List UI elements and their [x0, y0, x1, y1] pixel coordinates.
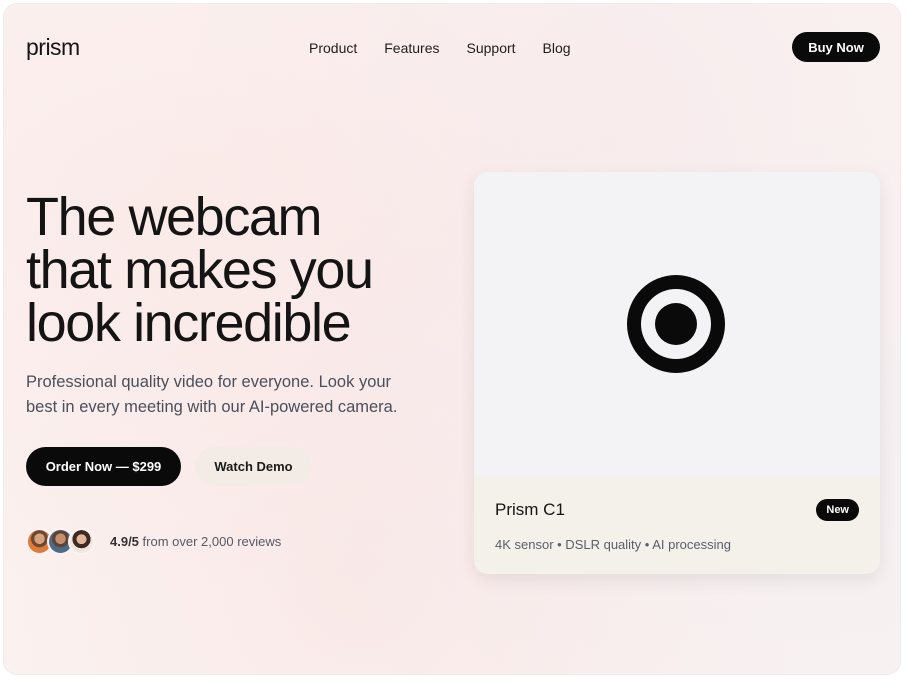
hero-headline: The webcam that makes you look incredibl… — [26, 187, 456, 353]
subtitle-line-1: Professional quality video for everyone.… — [26, 373, 392, 391]
new-badge: New — [816, 499, 859, 521]
rating-caption: from over 2,000 reviews — [142, 534, 282, 549]
product-card-footer: Prism C1 New 4K sensor • DSLR quality • … — [474, 476, 880, 574]
avatar — [68, 528, 95, 555]
reviewer-avatars — [26, 528, 98, 556]
order-now-button[interactable]: Order Now — $299 — [26, 447, 181, 486]
nav-item-blog[interactable]: Blog — [543, 40, 571, 56]
product-card[interactable]: Prism C1 New 4K sensor • DSLR quality • … — [474, 172, 880, 574]
camera-lens-icon — [627, 275, 725, 373]
page-bottom-edge — [0, 676, 908, 684]
rating-text: 4.9/5 from over 2,000 reviews — [110, 534, 281, 549]
headline-line-2: that makes you — [26, 240, 374, 300]
nav-item-product[interactable]: Product — [309, 40, 357, 56]
product-image — [474, 172, 880, 476]
hero-subtitle: Professional quality video for everyone.… — [26, 370, 446, 420]
product-name: Prism C1 — [495, 500, 565, 519]
subtitle-line-2: best in every meeting with our AI-powere… — [26, 398, 398, 416]
nav-item-features[interactable]: Features — [384, 40, 439, 56]
page-frame: prism Product Features Support Blog Buy … — [3, 3, 901, 675]
headline-line-3: look incredible — [26, 293, 352, 353]
watch-demo-button[interactable]: Watch Demo — [195, 447, 312, 486]
headline-line-1: The webcam — [26, 187, 323, 247]
product-specs: 4K sensor • DSLR quality • AI processing — [495, 537, 731, 552]
brand-logo[interactable]: prism — [26, 34, 80, 61]
main-nav: Product Features Support Blog — [309, 40, 598, 56]
nav-item-support[interactable]: Support — [467, 40, 516, 56]
rating-score: 4.9/5 — [110, 534, 139, 549]
buy-now-button[interactable]: Buy Now — [792, 32, 880, 62]
